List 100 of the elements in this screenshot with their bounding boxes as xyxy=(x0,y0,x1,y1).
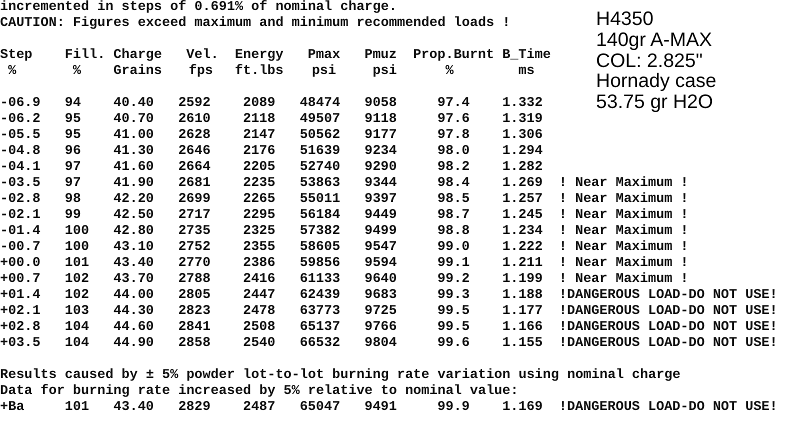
table-cell: 44.90 xyxy=(113,336,154,351)
table-cell: 97.6 xyxy=(437,112,470,127)
table-cell: 43.40 xyxy=(113,256,154,271)
table-cell: 1.245 xyxy=(502,208,543,223)
table-cell: 2717 xyxy=(178,208,211,223)
column-header: Prop.Burnt xyxy=(413,48,494,63)
table-cell: 2416 xyxy=(242,272,276,287)
table-cell: 95 xyxy=(64,112,81,127)
column-header: B_Time xyxy=(502,48,551,63)
table-cell: 1.234 xyxy=(502,224,543,239)
table-cell: 1.294 xyxy=(502,144,543,159)
table-cell: 44.60 xyxy=(113,320,154,335)
column-unit: % xyxy=(8,64,16,79)
table-cell: +Ba xyxy=(0,400,24,415)
table-cell: 44.00 xyxy=(113,288,154,303)
column-unit: ft.lbs xyxy=(234,64,284,79)
table-cell: 2386 xyxy=(242,256,276,271)
table-cell: 98.0 xyxy=(437,144,470,159)
table-cell: 99.6 xyxy=(437,336,470,351)
table-cell: 2089 xyxy=(242,96,276,111)
table-cell: 9058 xyxy=(364,96,397,111)
table-cell: 2295 xyxy=(242,208,276,223)
column-unit: ms xyxy=(518,64,535,79)
table-cell: 63773 xyxy=(300,304,340,319)
load-note: 140gr A-MAX xyxy=(596,30,712,51)
table-cell: 96 xyxy=(64,144,81,159)
table-cell: 2205 xyxy=(242,160,276,175)
table-cell: 42.50 xyxy=(113,208,154,223)
table-cell: 61133 xyxy=(300,272,340,287)
table-cell: +03.5 xyxy=(0,336,41,351)
table-cell: 9547 xyxy=(364,240,397,255)
table-cell: 98.8 xyxy=(437,224,470,239)
table-cell: -01.4 xyxy=(0,224,41,239)
table-cell: 1.199 xyxy=(502,272,543,287)
table-cell: 1.257 xyxy=(502,192,543,207)
table-cell: 41.60 xyxy=(113,160,154,175)
column-unit: Grains xyxy=(113,64,162,79)
table-cell: 9290 xyxy=(364,160,397,175)
table-cell: 9766 xyxy=(364,320,397,335)
table-cell: 52740 xyxy=(300,160,340,175)
table-cell: -03.5 xyxy=(0,176,41,191)
table-cell: 2699 xyxy=(178,192,211,207)
warning-text: ! Near Maximum ! xyxy=(558,192,689,208)
table-cell: 2841 xyxy=(178,320,211,335)
table-cell: 1.306 xyxy=(502,128,543,143)
table-cell: 2770 xyxy=(178,256,211,271)
table-cell: +02.8 xyxy=(0,320,41,335)
table-cell: 101 xyxy=(64,256,90,271)
warning-text: !DANGEROUS LOAD-DO NOT USE! xyxy=(558,320,778,336)
column-unit: % xyxy=(72,64,81,79)
table-cell: 97 xyxy=(64,160,81,175)
warning-text: !DANGEROUS LOAD-DO NOT USE! xyxy=(558,304,778,320)
table-cell: 2664 xyxy=(178,160,211,175)
table-cell: 101 xyxy=(64,400,90,415)
warning-text: !DANGEROUS LOAD-DO NOT USE! xyxy=(558,336,778,352)
table-cell: 2147 xyxy=(242,128,276,143)
table-cell: 2592 xyxy=(178,96,211,111)
table-cell: -04.8 xyxy=(0,144,41,159)
table-cell: 2610 xyxy=(178,112,211,127)
table-cell: -06.9 xyxy=(0,96,41,111)
table-cell: 49507 xyxy=(300,112,340,127)
table-cell: 44.30 xyxy=(113,304,154,319)
column-header: Fill. xyxy=(64,48,106,63)
table-cell: 43.10 xyxy=(113,240,154,255)
table-cell: 1.169 xyxy=(502,400,543,415)
table-cell: 66532 xyxy=(300,336,340,351)
table-cell: 65137 xyxy=(300,320,340,335)
column-header: Vel. xyxy=(186,48,219,63)
warning-text: !DANGEROUS LOAD-DO NOT USE! xyxy=(558,400,778,416)
table-cell: 2176 xyxy=(242,144,276,159)
table-cell: 2235 xyxy=(242,176,276,191)
warning-text: !DANGEROUS LOAD-DO NOT USE! xyxy=(558,288,778,304)
table-cell: 2508 xyxy=(242,320,276,335)
table-cell: 42.80 xyxy=(113,224,154,239)
table-cell: 2805 xyxy=(178,288,211,303)
table-cell: 58605 xyxy=(300,240,340,255)
intro-text: CAUTION: Figures exceed maximum and minimum recommended loads ! xyxy=(0,16,510,32)
load-note: H4350 xyxy=(596,9,654,30)
table-cell: 97.8 xyxy=(437,128,470,143)
table-cell: 2823 xyxy=(178,304,211,319)
table-cell: 40.40 xyxy=(113,96,154,111)
table-cell: 9640 xyxy=(364,272,397,287)
warning-text: ! Near Maximum ! xyxy=(558,256,689,272)
table-cell: 99.5 xyxy=(437,304,470,319)
table-cell: -02.1 xyxy=(0,208,41,223)
table-cell: 9397 xyxy=(364,192,397,207)
table-cell: 99.0 xyxy=(437,240,470,255)
table-cell: 9499 xyxy=(364,224,397,239)
load-note: 53.75 gr H2O xyxy=(596,92,714,113)
table-cell: 2265 xyxy=(242,192,276,207)
column-unit: psi xyxy=(312,64,336,79)
table-cell: 41.00 xyxy=(113,128,154,143)
table-cell: 9344 xyxy=(364,176,397,191)
table-cell: 98.5 xyxy=(437,192,470,207)
table-cell: -00.7 xyxy=(0,240,41,255)
table-cell: -04.1 xyxy=(0,160,41,175)
table-cell: 9594 xyxy=(364,256,397,271)
intro-text: incremented in steps of 0.691% of nominal charge. xyxy=(0,0,397,16)
table-cell: 43.70 xyxy=(113,272,154,287)
table-cell: 2752 xyxy=(178,240,211,255)
